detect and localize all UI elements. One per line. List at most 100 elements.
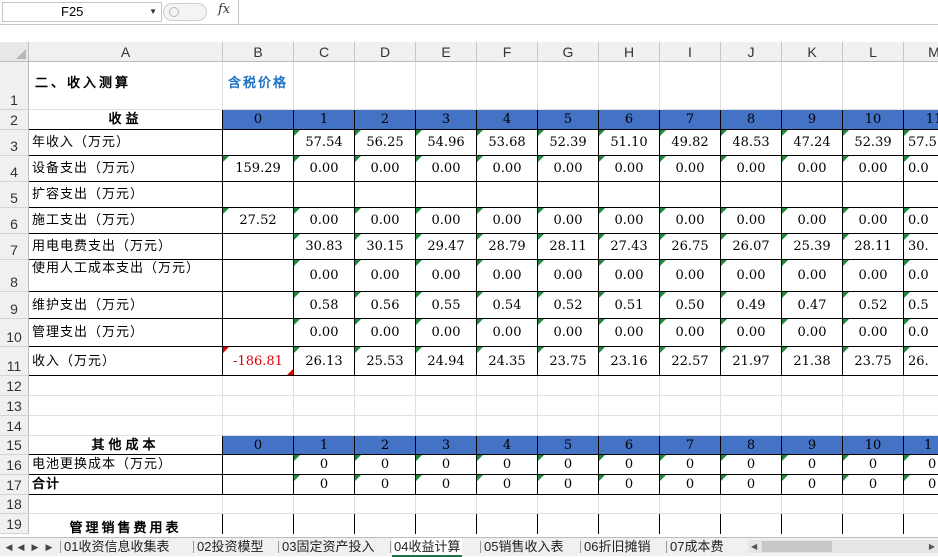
value-cell[interactable]: 0.00 — [477, 319, 538, 347]
year0-value[interactable]: 27.52 — [223, 208, 294, 234]
grid-cell[interactable] — [721, 514, 782, 534]
row-header[interactable]: 19 — [0, 514, 29, 534]
grid-cell[interactable] — [477, 495, 538, 514]
value-cell[interactable]: 57.5 — [904, 130, 938, 156]
year-header[interactable]: 10 — [843, 110, 904, 130]
value-cell[interactable]: 0 — [416, 475, 477, 495]
grid-cell[interactable] — [29, 376, 223, 396]
sheet-tab[interactable]: 06折旧摊销 — [582, 538, 652, 555]
value-cell[interactable]: 0.00 — [599, 156, 660, 182]
year-header[interactable]: 0 — [223, 436, 294, 455]
row-label[interactable]: 收入（万元） — [29, 347, 223, 376]
grid-cell[interactable] — [29, 396, 223, 416]
row-header[interactable]: 6 — [0, 208, 29, 234]
value-cell[interactable]: 30.15 — [355, 234, 416, 260]
row-header[interactable]: 18 — [0, 495, 29, 514]
grid-cell[interactable] — [721, 62, 782, 110]
value-cell[interactable]: 0 — [294, 475, 355, 495]
grid-cell[interactable] — [416, 514, 477, 534]
grid-cell[interactable] — [660, 376, 721, 396]
value-cell[interactable]: 0.00 — [416, 208, 477, 234]
value-cell[interactable]: 0.00 — [294, 208, 355, 234]
row-header[interactable]: 2 — [0, 110, 29, 130]
value-cell[interactable]: 48.53 — [721, 130, 782, 156]
row-header[interactable]: 10 — [0, 319, 29, 347]
value-cell[interactable] — [416, 182, 477, 208]
value-cell[interactable]: 0.00 — [782, 156, 843, 182]
value-cell[interactable]: 0.00 — [538, 208, 599, 234]
value-cell[interactable]: 0.0 — [904, 208, 938, 234]
year-header[interactable]: 8 — [721, 110, 782, 130]
row-label[interactable]: 电池更换成本（万元） — [29, 455, 223, 475]
grid-cell[interactable] — [294, 396, 355, 416]
year0-value[interactable] — [223, 292, 294, 319]
value-cell[interactable]: 0.00 — [843, 208, 904, 234]
sheet-tab[interactable]: 07成本费 — [668, 538, 734, 555]
value-cell[interactable]: 0.00 — [416, 260, 477, 292]
grid-cell[interactable] — [782, 416, 843, 436]
row-header[interactable]: 3 — [0, 130, 29, 156]
value-cell[interactable]: 0.00 — [355, 156, 416, 182]
value-cell[interactable]: 0.0 — [904, 156, 938, 182]
column-header[interactable]: F — [477, 42, 538, 62]
grid-cell[interactable] — [223, 416, 294, 436]
value-cell[interactable]: 0.00 — [477, 156, 538, 182]
grid-cell[interactable] — [660, 514, 721, 534]
value-cell[interactable]: 0.00 — [782, 208, 843, 234]
row-header[interactable]: 12 — [0, 376, 29, 396]
value-cell[interactable]: 23.75 — [843, 347, 904, 376]
value-cell[interactable]: 28.79 — [477, 234, 538, 260]
year-header[interactable]: 7 — [660, 110, 721, 130]
name-box[interactable]: F25 ▼ — [2, 2, 162, 22]
value-cell[interactable] — [660, 182, 721, 208]
grid-cell[interactable] — [721, 495, 782, 514]
row-label[interactable]: 合计 — [29, 475, 223, 495]
grid-cell[interactable] — [294, 62, 355, 110]
value-cell[interactable]: 26.75 — [660, 234, 721, 260]
grid-cell[interactable] — [355, 376, 416, 396]
year-header[interactable]: 2 — [355, 436, 416, 455]
row-label[interactable]: 管理支出（万元） — [29, 319, 223, 347]
value-cell[interactable]: 25.53 — [355, 347, 416, 376]
scroll-right-icon[interactable]: ▶ — [929, 540, 935, 553]
value-cell[interactable]: 54.96 — [416, 130, 477, 156]
horizontal-scrollbar[interactable]: ◀ ▶ — [748, 540, 938, 553]
value-cell[interactable]: 0.00 — [782, 319, 843, 347]
scrollbar-thumb[interactable] — [762, 541, 832, 552]
value-cell[interactable] — [355, 182, 416, 208]
year0-value[interactable]: -186.81 — [223, 347, 294, 376]
year-header[interactable]: 4 — [477, 110, 538, 130]
value-cell[interactable]: 56.25 — [355, 130, 416, 156]
column-header[interactable]: H — [599, 42, 660, 62]
value-cell[interactable]: 0.00 — [294, 319, 355, 347]
value-cell[interactable]: 0 — [660, 455, 721, 475]
grid-cell[interactable] — [660, 416, 721, 436]
year0-value[interactable] — [223, 182, 294, 208]
value-cell[interactable]: 0 — [782, 475, 843, 495]
prev-sheet-icon[interactable]: ◀ — [16, 540, 26, 554]
year0-value[interactable] — [223, 130, 294, 156]
value-cell[interactable] — [782, 182, 843, 208]
year-header[interactable]: 3 — [416, 436, 477, 455]
value-cell[interactable]: 0.00 — [599, 260, 660, 292]
sheet-tab[interactable]: 03固定资产投入 — [280, 538, 376, 555]
row-header[interactable]: 16 — [0, 455, 29, 475]
row-label[interactable]: 设备支出（万元） — [29, 156, 223, 182]
grid-cell[interactable] — [294, 495, 355, 514]
row-label[interactable]: 扩容支出（万元） — [29, 182, 223, 208]
value-cell[interactable]: 0.00 — [355, 208, 416, 234]
value-cell[interactable]: 0 — [599, 455, 660, 475]
value-cell[interactable]: 0.00 — [721, 319, 782, 347]
value-cell[interactable] — [904, 182, 938, 208]
value-cell[interactable] — [538, 182, 599, 208]
value-cell[interactable]: 28.11 — [538, 234, 599, 260]
value-cell[interactable]: 0.00 — [843, 260, 904, 292]
value-cell[interactable]: 21.97 — [721, 347, 782, 376]
grid-cell[interactable] — [843, 396, 904, 416]
value-cell[interactable]: 30.83 — [294, 234, 355, 260]
value-cell[interactable]: 0 — [721, 455, 782, 475]
value-cell[interactable]: 0.5 — [904, 292, 938, 319]
grid-cell[interactable] — [294, 416, 355, 436]
value-cell[interactable]: 0.50 — [660, 292, 721, 319]
value-cell[interactable]: 0.52 — [538, 292, 599, 319]
